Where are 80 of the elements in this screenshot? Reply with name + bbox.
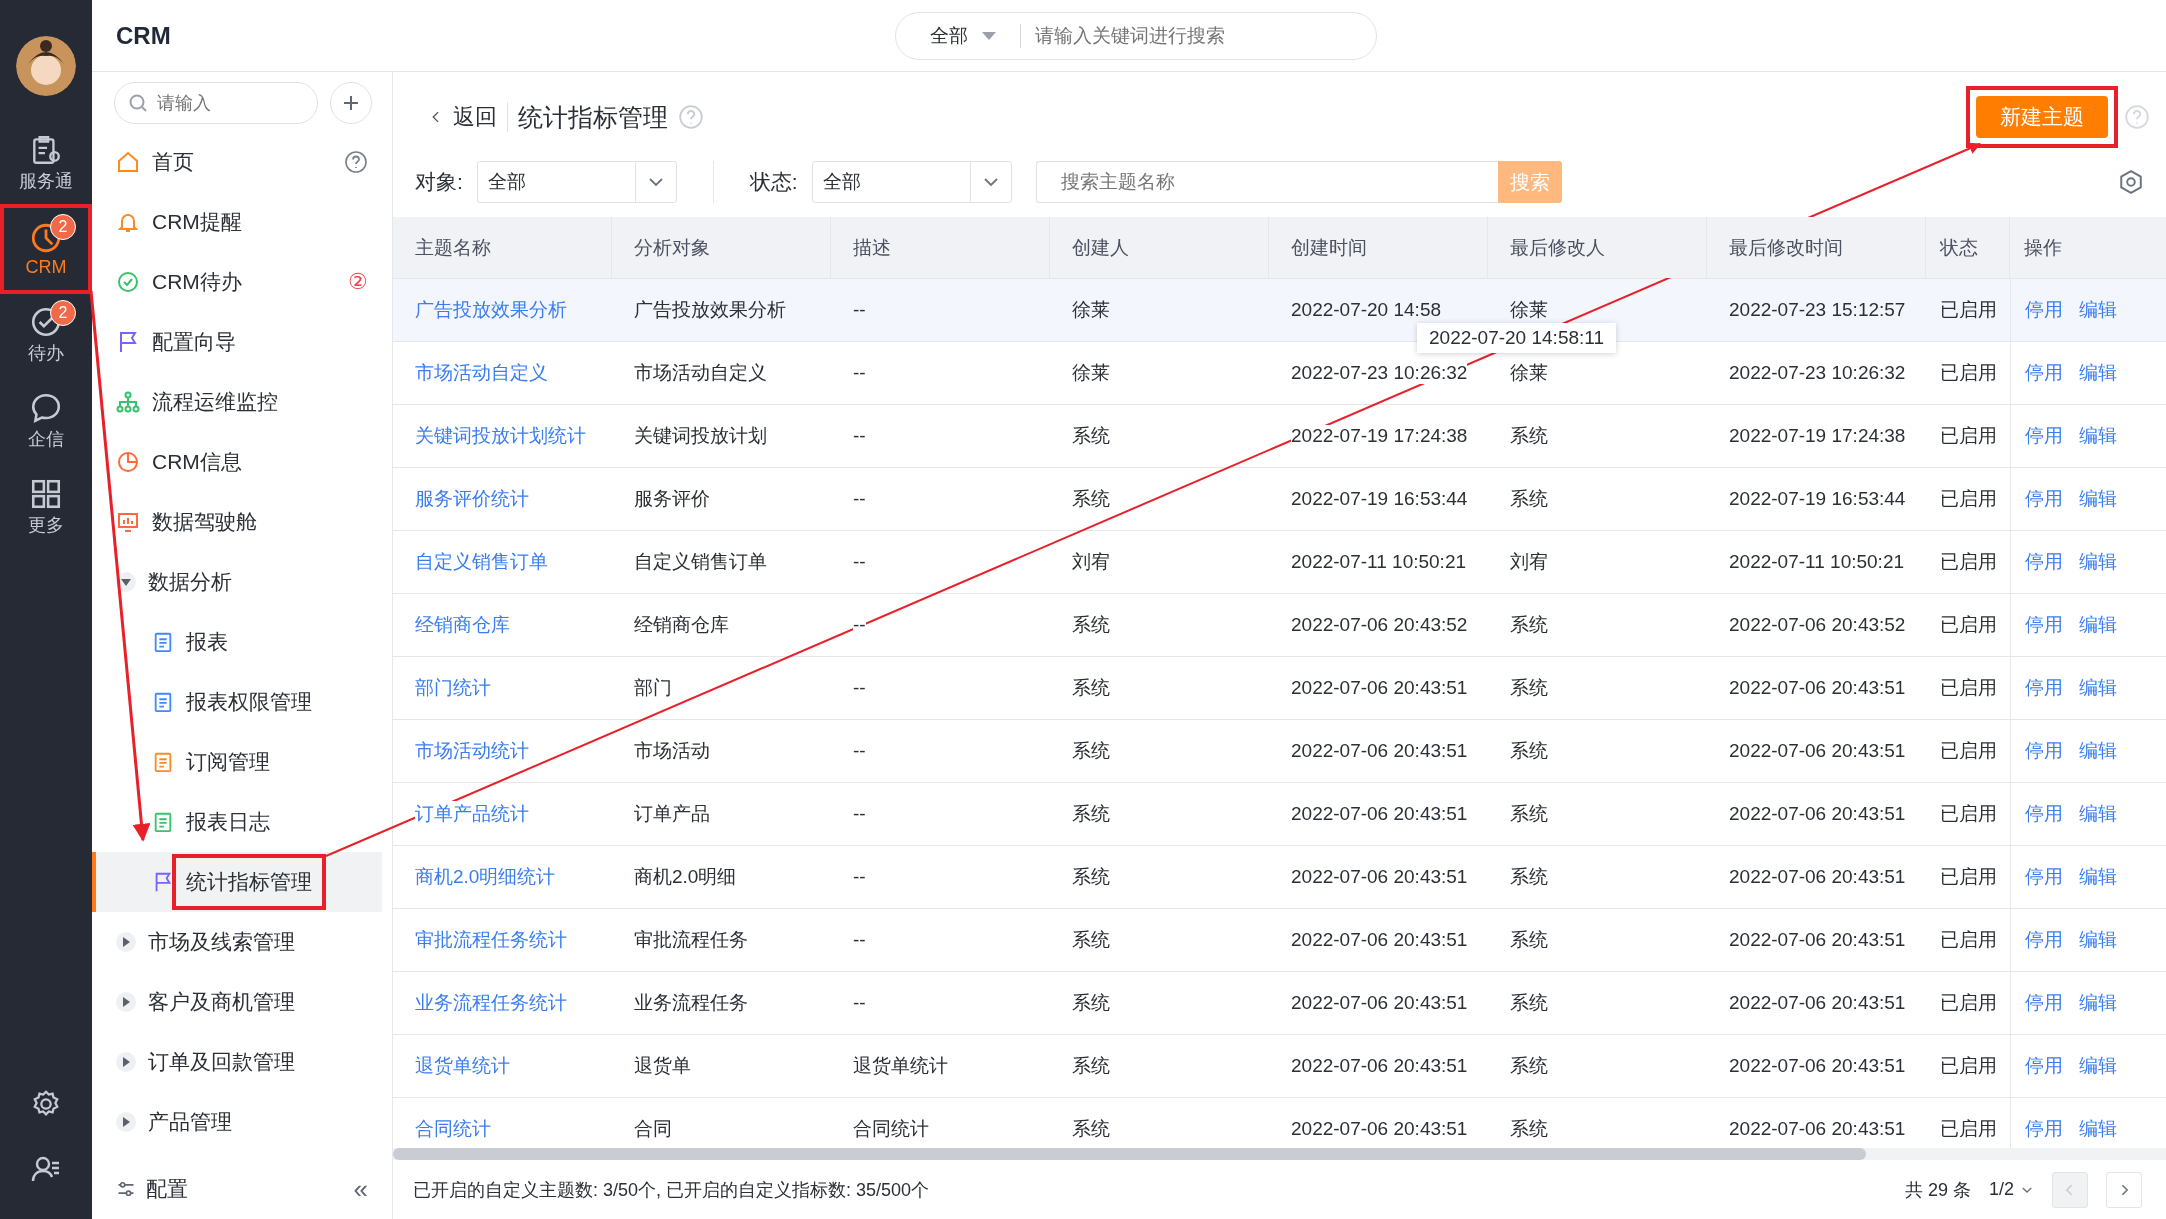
sidebar-item[interactable]: 订阅管理 bbox=[92, 732, 392, 792]
table-row[interactable]: 自定义销售订单 自定义销售订单 -- 刘宥 2022-07-11 10:50:21 刘宥 2022-07-11 10:50:21 已启用 停用 编辑 bbox=[393, 531, 2166, 594]
rail-icon bbox=[29, 477, 63, 511]
topic-link[interactable]: 退货单统计 bbox=[415, 1053, 510, 1079]
menu-icon bbox=[116, 150, 140, 174]
caret-icon bbox=[116, 1112, 136, 1132]
table-row[interactable]: 订单产品统计 订单产品 -- 系统 2022-07-06 20:43:51 系统 2022-07-06 20:43:51 已启用 停用 编辑 bbox=[393, 783, 2166, 846]
rail-item[interactable]: 更多 bbox=[4, 466, 88, 548]
rail-item[interactable]: CRM 2 bbox=[4, 208, 88, 290]
filter-dropdown[interactable]: 全部 bbox=[811, 161, 1012, 203]
app-title: CRM bbox=[116, 21, 171, 50]
menu-icon bbox=[116, 510, 140, 534]
page-dropdown[interactable]: 1/2 bbox=[1988, 1179, 2034, 1200]
table-row[interactable]: 关键词投放计划统计 关键词投放计划 -- 系统 2022-07-19 17:24:38 系统 2022-07-19 17:24:38 已启用 停用 编辑 bbox=[393, 405, 2166, 468]
add-button[interactable] bbox=[330, 82, 372, 124]
plus-icon bbox=[341, 93, 361, 113]
help-icon[interactable] bbox=[344, 150, 368, 174]
rail-icon bbox=[29, 391, 63, 425]
table-cell: 退货单统计 bbox=[853, 1053, 948, 1079]
sidebar-item[interactable]: CRM待办 ② bbox=[92, 252, 392, 312]
scope-dropdown[interactable]: 全部 bbox=[930, 23, 996, 49]
caret-icon bbox=[116, 992, 136, 1012]
menu-icon bbox=[152, 691, 174, 713]
tooltip: 2022-07-20 14:58:11 bbox=[1417, 323, 1617, 353]
table-row[interactable]: 业务流程任务统计 业务流程任务 -- 系统 2022-07-06 20:43:51 系统 2022-07-06 20:43:51 已启用 停用 编辑 bbox=[393, 972, 2166, 1035]
table-row[interactable]: 退货单统计 退货单 退货单统计 系统 2022-07-06 20:43:51 系统 2022-07-06 20:43:51 已启用 停用 编辑 bbox=[393, 1035, 2166, 1098]
count-badge: 2 bbox=[50, 300, 76, 326]
sliders-icon bbox=[116, 1179, 136, 1199]
menu-icon bbox=[152, 811, 174, 833]
sidebar-item[interactable]: 报表日志 bbox=[92, 792, 392, 852]
table-cell: 2022-07-23 10:26:32 bbox=[1291, 362, 1468, 384]
table-row[interactable]: 经销商仓库 经销商仓库 -- 系统 2022-07-06 20:43:52 系统 2022-07-06 20:43:52 已启用 停用 编辑 bbox=[393, 594, 2166, 657]
table-row[interactable]: 市场活动统计 市场活动 -- 系统 2022-07-06 20:43:51 系统 2022-07-06 20:43:51 已启用 停用 编辑 bbox=[393, 720, 2166, 783]
filter-label: 对象: bbox=[415, 169, 463, 195]
sidebar-group[interactable]: 客户及商机管理 bbox=[92, 972, 392, 1032]
menu-icon bbox=[116, 390, 140, 414]
search-icon bbox=[128, 93, 148, 113]
sidebar-item[interactable]: 配置向导 bbox=[92, 312, 392, 372]
settings-label[interactable]: 配置 bbox=[146, 1175, 188, 1203]
menu-icon bbox=[116, 270, 140, 294]
menu-icon bbox=[116, 450, 140, 474]
menu-icon bbox=[152, 631, 174, 653]
sidebar-search-field[interactable]: 请输入 bbox=[114, 82, 318, 124]
sidebar-item[interactable]: 报表权限管理 bbox=[92, 672, 392, 732]
table-row[interactable]: 部门统计 部门 -- 系统 2022-07-06 20:43:51 系统 2022-07-06 20:43:51 已启用 停用 编辑 bbox=[393, 657, 2166, 720]
sidebar-item[interactable]: 首页 bbox=[92, 132, 392, 192]
menu-icon bbox=[152, 751, 174, 773]
table-cell: 退货单 bbox=[634, 1053, 691, 1079]
sidebar-group[interactable]: 市场及线索管理 bbox=[92, 912, 392, 972]
sidebar-item[interactable]: 报表 bbox=[92, 612, 392, 672]
sidebar-item[interactable]: 流程运维监控 bbox=[92, 372, 392, 432]
rail-item[interactable]: 服务通 bbox=[4, 122, 88, 204]
page-title: 统计指标管理 bbox=[518, 101, 668, 133]
back-link[interactable]: 返回 bbox=[453, 102, 497, 132]
table-row[interactable]: 审批流程任务统计 审批流程任务 -- 系统 2022-07-06 20:43:51 系统 2022-07-06 20:43:51 已启用 停用 编辑 bbox=[393, 909, 2166, 972]
column-header: 最后修改时间 bbox=[1707, 217, 1926, 278]
horizontal-scrollbar[interactable] bbox=[393, 1148, 2166, 1160]
caret-icon bbox=[116, 1052, 136, 1072]
settings-icon[interactable] bbox=[2118, 169, 2144, 195]
caret-icon bbox=[116, 932, 136, 952]
filter-dropdown[interactable]: 全部 bbox=[476, 161, 677, 203]
sidebar-group[interactable]: 数据分析 bbox=[92, 552, 392, 612]
table-row[interactable]: 服务评价统计 服务评价 -- 系统 2022-07-19 16:53:44 系统 2022-07-19 16:53:44 已启用 停用 编辑 bbox=[393, 468, 2166, 531]
sidebar-group[interactable]: 订单及回款管理 bbox=[92, 1032, 392, 1092]
collapse-button[interactable]: « bbox=[353, 1173, 368, 1205]
sidebar-item[interactable]: CRM信息 bbox=[92, 432, 392, 492]
topic-search-field[interactable]: 搜索主题名称 bbox=[1035, 161, 1498, 203]
filter-label: 状态: bbox=[749, 169, 798, 195]
count-badge: 2 bbox=[50, 214, 76, 240]
sidebar-group[interactable]: 产品管理 bbox=[92, 1092, 392, 1152]
total-count: 共 29 条 bbox=[1904, 1178, 1971, 1202]
sidebar-item[interactable]: 数据驾驶舱 bbox=[92, 492, 392, 552]
rail-item[interactable]: 待办 2 bbox=[4, 294, 88, 376]
sidebar-item[interactable]: CRM提醒 bbox=[92, 192, 392, 252]
table-row[interactable]: 商机2.0明细统计 商机2.0明细 -- 系统 2022-07-06 20:43:51 系统 2022-07-06 20:43:51 已启用 停用 编辑 bbox=[393, 846, 2166, 909]
sidebar-item[interactable]: 统计指标管理 bbox=[92, 852, 382, 912]
summary-text: 已开启的自定义主题数: 3/50个, 已开启的自定义指标数: 35/500个 bbox=[413, 1178, 930, 1202]
rail-item[interactable]: 企信 bbox=[4, 380, 88, 462]
count-label: ② bbox=[348, 269, 368, 295]
avatar[interactable] bbox=[16, 36, 76, 96]
